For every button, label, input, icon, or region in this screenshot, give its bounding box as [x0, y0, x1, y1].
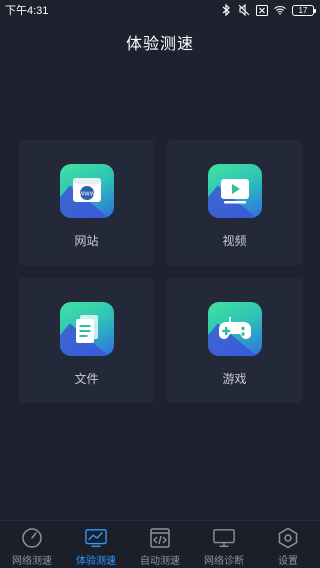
video-play-icon [207, 164, 262, 218]
nav-item-network-speed[interactable]: 网络测速 [0, 521, 64, 567]
www-icon: WWW [59, 164, 114, 218]
nav-item-network-diagnosis[interactable]: 网络诊断 [192, 521, 256, 567]
www-icon-text: WWW [78, 192, 95, 198]
bottom-nav: 网络测速 体验测速 自动测速 网络诊断 设置 [0, 520, 320, 568]
nav-label: 网络诊断 [204, 556, 244, 567]
nav-item-settings[interactable]: 设置 [256, 521, 320, 567]
speedometer-icon [21, 527, 43, 549]
status-time: 下午4:31 [5, 5, 49, 17]
code-window-icon [149, 527, 171, 549]
tile-label: 网站 [74, 234, 99, 248]
status-icons: 17 [220, 4, 316, 16]
tile-file[interactable]: 文件 [19, 278, 154, 403]
nav-item-experience-speed[interactable]: 体验测速 [64, 521, 128, 567]
tile-video[interactable]: 视频 [167, 140, 302, 265]
tile-game[interactable]: 游戏 [167, 278, 302, 403]
wifi-icon [274, 4, 286, 16]
nav-label: 设置 [278, 556, 298, 567]
tile-website[interactable]: WWW 网站 [19, 140, 154, 265]
page-title: 体验测速 [125, 36, 194, 53]
mute-icon [238, 4, 250, 16]
nav-label: 网络测速 [12, 556, 52, 567]
document-icon [59, 302, 114, 356]
nav-item-auto-speed[interactable]: 自动测速 [128, 521, 192, 567]
battery-indicator: 17 [292, 4, 316, 16]
monitor-icon [213, 527, 235, 549]
tile-label: 游戏 [222, 372, 247, 386]
status-bar: 下午4:31 17 [0, 0, 320, 20]
nav-label: 自动测速 [140, 556, 180, 567]
bluetooth-icon [220, 4, 232, 16]
nav-label: 体验测速 [76, 556, 116, 567]
tile-label: 文件 [74, 372, 99, 386]
tile-label: 视频 [222, 234, 247, 248]
hexagon-settings-icon [277, 527, 299, 549]
gamepad-icon [207, 302, 262, 356]
sim-off-icon [256, 4, 268, 16]
monitor-chart-icon [85, 527, 107, 549]
